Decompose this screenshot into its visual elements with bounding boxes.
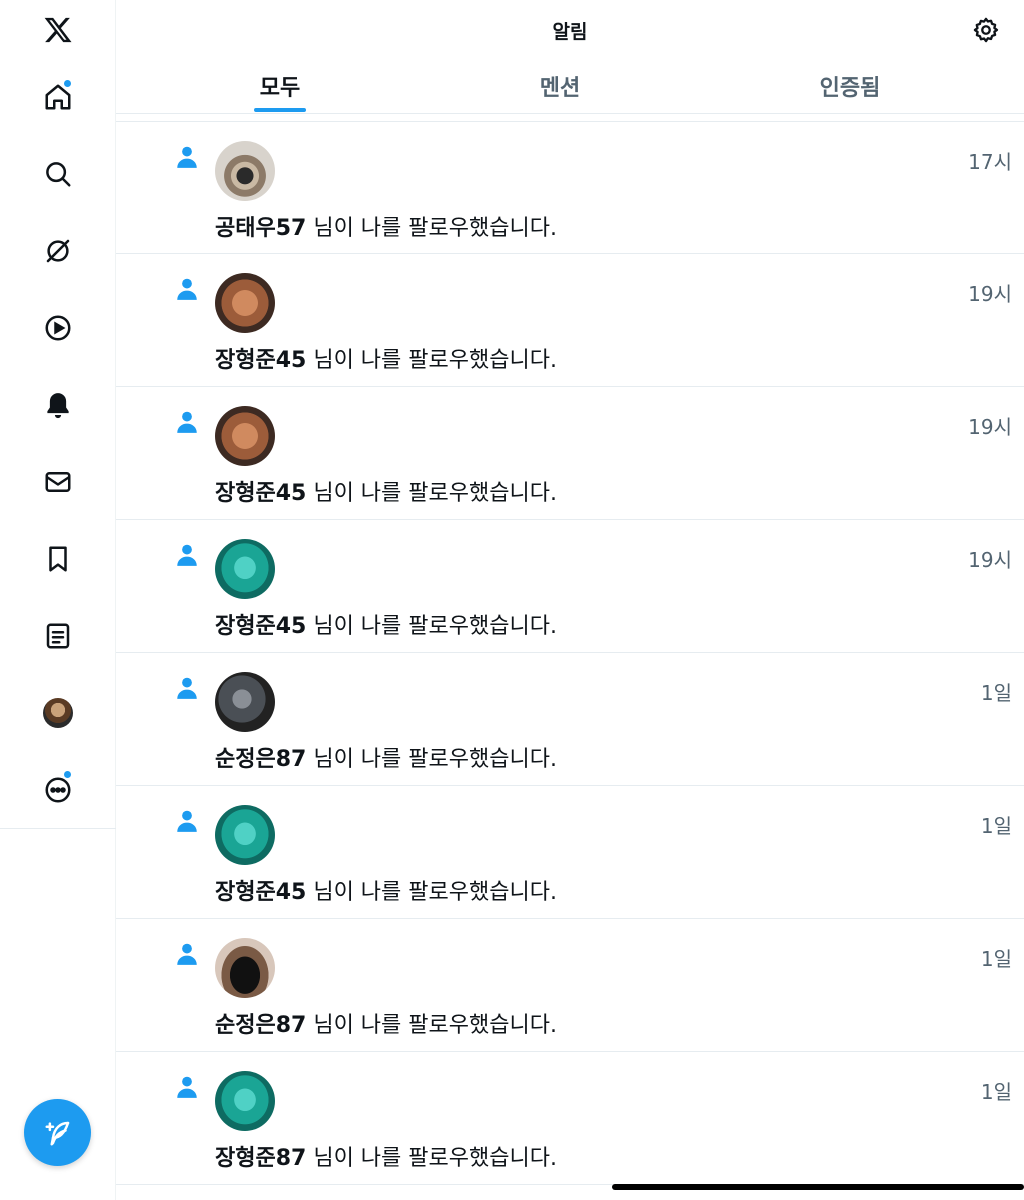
bookmark-icon[interactable]: [0, 529, 116, 589]
more-icon[interactable]: [0, 760, 116, 820]
notification-list: 17시 공태우57 님이 나를 팔로우했습니다. 19시 장형준45 님이 나를…: [116, 114, 1024, 1185]
timestamp: 17시: [968, 150, 1012, 174]
timestamp: 19시: [968, 282, 1012, 306]
avatar[interactable]: [215, 1071, 275, 1131]
list-item[interactable]: 1일 순정은87 님이 나를 팔로우했습니다.: [116, 653, 1024, 786]
tab-verified[interactable]: 인증됨: [808, 70, 892, 114]
timestamp: 1일: [980, 814, 1012, 838]
grok-icon[interactable]: [0, 221, 116, 281]
person-icon: [177, 677, 197, 699]
video-icon[interactable]: [0, 298, 116, 358]
person-icon: [177, 278, 197, 300]
mail-icon[interactable]: [0, 452, 116, 512]
person-icon: [177, 810, 197, 832]
notification-message: 님이 나를 팔로우했습니다.: [306, 880, 557, 905]
timestamp: 1일: [980, 947, 1012, 971]
timestamp: 19시: [968, 548, 1012, 572]
notification-text: 장형준45 님이 나를 팔로우했습니다.: [215, 475, 557, 507]
notification-message: 님이 나를 팔로우했습니다.: [306, 348, 557, 373]
notification-text: 순정은87 님이 나를 팔로우했습니다.: [215, 1007, 557, 1039]
compose-button[interactable]: [24, 1099, 91, 1166]
tab-active-indicator: [254, 108, 306, 112]
notification-message: 님이 나를 팔로우했습니다.: [306, 747, 557, 772]
avatar[interactable]: [215, 938, 275, 998]
x-logo-icon[interactable]: [0, 0, 116, 60]
avatar[interactable]: [215, 406, 275, 466]
more-notification-dot: [64, 771, 71, 778]
list-item[interactable]: 17시 공태우57 님이 나를 팔로우했습니다.: [116, 121, 1024, 254]
person-icon: [177, 943, 197, 965]
home-notification-dot: [64, 80, 71, 87]
username[interactable]: 장형준45: [215, 880, 306, 905]
notification-text: 장형준45 님이 나를 팔로우했습니다.: [215, 608, 557, 640]
list-item[interactable]: 1일 장형준87 님이 나를 팔로우했습니다.: [116, 1052, 1024, 1185]
notification-message: 님이 나를 팔로우했습니다.: [306, 614, 557, 639]
search-icon[interactable]: [0, 144, 116, 204]
person-icon: [177, 146, 197, 168]
timestamp: 1일: [980, 1080, 1012, 1104]
home-icon[interactable]: [0, 67, 116, 127]
list-item[interactable]: 1일 장형준45 님이 나를 팔로우했습니다.: [116, 786, 1024, 919]
notification-message: 님이 나를 팔로우했습니다.: [306, 1146, 557, 1171]
username[interactable]: 공태우57: [215, 216, 306, 241]
username[interactable]: 장형준45: [215, 348, 306, 373]
username[interactable]: 장형준45: [215, 481, 306, 506]
compose-icon: [45, 1121, 69, 1145]
profile-avatar[interactable]: [0, 683, 116, 743]
username[interactable]: 순정은87: [215, 747, 306, 772]
page-title: 알림: [552, 21, 588, 43]
notification-message: 님이 나를 팔로우했습니다.: [306, 216, 557, 241]
sidebar-divider: [0, 828, 116, 829]
avatar[interactable]: [215, 672, 275, 732]
list-item[interactable]: 19시 장형준45 님이 나를 팔로우했습니다.: [116, 387, 1024, 520]
username[interactable]: 장형준45: [215, 614, 306, 639]
tab-mentions[interactable]: 멘션: [530, 70, 590, 114]
bell-icon[interactable]: [0, 375, 116, 435]
person-icon: [177, 544, 197, 566]
timestamp: 1일: [980, 681, 1012, 705]
timestamp: 19시: [968, 415, 1012, 439]
person-icon: [177, 1076, 197, 1098]
avatar[interactable]: [215, 273, 275, 333]
list-item[interactable]: 1일 순정은87 님이 나를 팔로우했습니다.: [116, 919, 1024, 1052]
list-item[interactable]: 19시 장형준45 님이 나를 팔로우했습니다.: [116, 520, 1024, 653]
home-indicator: [612, 1184, 1024, 1190]
person-icon: [177, 411, 197, 433]
notification-text: 장형준87 님이 나를 팔로우했습니다.: [215, 1140, 557, 1172]
avatar[interactable]: [215, 539, 275, 599]
notification-text: 공태우57 님이 나를 팔로우했습니다.: [215, 210, 557, 242]
notifications-header: 알림 모두 멘션 인증됨: [116, 0, 1024, 114]
avatar: [43, 698, 73, 728]
notification-message: 님이 나를 팔로우했습니다.: [306, 481, 557, 506]
notification-message: 님이 나를 팔로우했습니다.: [306, 1013, 557, 1038]
list-item[interactable]: 19시 장형준45 님이 나를 팔로우했습니다.: [116, 254, 1024, 387]
list-icon[interactable]: [0, 606, 116, 666]
notification-text: 순정은87 님이 나를 팔로우했습니다.: [215, 741, 557, 773]
notification-text: 장형준45 님이 나를 팔로우했습니다.: [215, 342, 557, 374]
username[interactable]: 장형준87: [215, 1146, 306, 1171]
sidebar: [0, 0, 116, 1200]
notification-text: 장형준45 님이 나를 팔로우했습니다.: [215, 874, 557, 906]
avatar[interactable]: [215, 141, 275, 201]
avatar[interactable]: [215, 805, 275, 865]
username[interactable]: 순정은87: [215, 1013, 306, 1038]
gear-icon[interactable]: [972, 16, 1000, 44]
